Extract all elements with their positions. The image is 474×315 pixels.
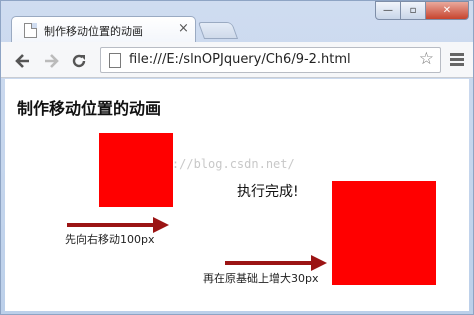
title-bar: 制作移动位置的动画 × — ▫ ✕ — [1, 1, 473, 43]
tab-close-icon[interactable]: × — [178, 22, 189, 36]
close-button[interactable]: ✕ — [425, 1, 469, 20]
tab-title: 制作移动位置的动画 — [44, 25, 143, 38]
browser-window: 制作移动位置的动画 × — ▫ ✕ file:///E:/slnOPJquery… — [0, 0, 474, 315]
step1-caption: 先向右移动100px — [65, 233, 155, 246]
page-content: 制作移动位置的动画 http://blog.csdn.net/ 执行完成! 先向… — [5, 79, 469, 311]
browser-toolbar: file:///E:/slnOPJquery/Ch6/9-2.html ☆ — [1, 42, 473, 78]
completion-message: 执行完成! — [237, 184, 299, 200]
hamburger-menu-icon[interactable] — [448, 52, 466, 68]
reload-icon[interactable] — [69, 51, 89, 71]
step2-caption: 再在原基础上增大30px — [203, 272, 319, 285]
page-icon — [109, 53, 121, 68]
right-arrow-icon — [225, 255, 327, 271]
url-text[interactable]: file:///E:/slnOPJquery/Ch6/9-2.html — [129, 52, 351, 67]
window-controls: — ▫ ✕ — [375, 1, 469, 21]
back-arrow-icon[interactable] — [13, 51, 33, 71]
maximize-button[interactable]: ▫ — [400, 1, 426, 20]
new-tab-button[interactable] — [197, 22, 239, 39]
address-bar[interactable]: file:///E:/slnOPJquery/Ch6/9-2.html ☆ — [100, 47, 441, 73]
page-title: 制作移动位置的动画 — [17, 99, 162, 118]
red-box-result — [332, 181, 436, 285]
red-box-start — [99, 133, 173, 207]
browser-tab[interactable]: 制作移动位置的动画 × — [11, 16, 196, 43]
forward-arrow-icon[interactable] — [41, 51, 61, 71]
page-favicon-icon — [24, 23, 37, 38]
minimize-button[interactable]: — — [375, 1, 401, 20]
star-icon[interactable]: ☆ — [419, 49, 434, 69]
